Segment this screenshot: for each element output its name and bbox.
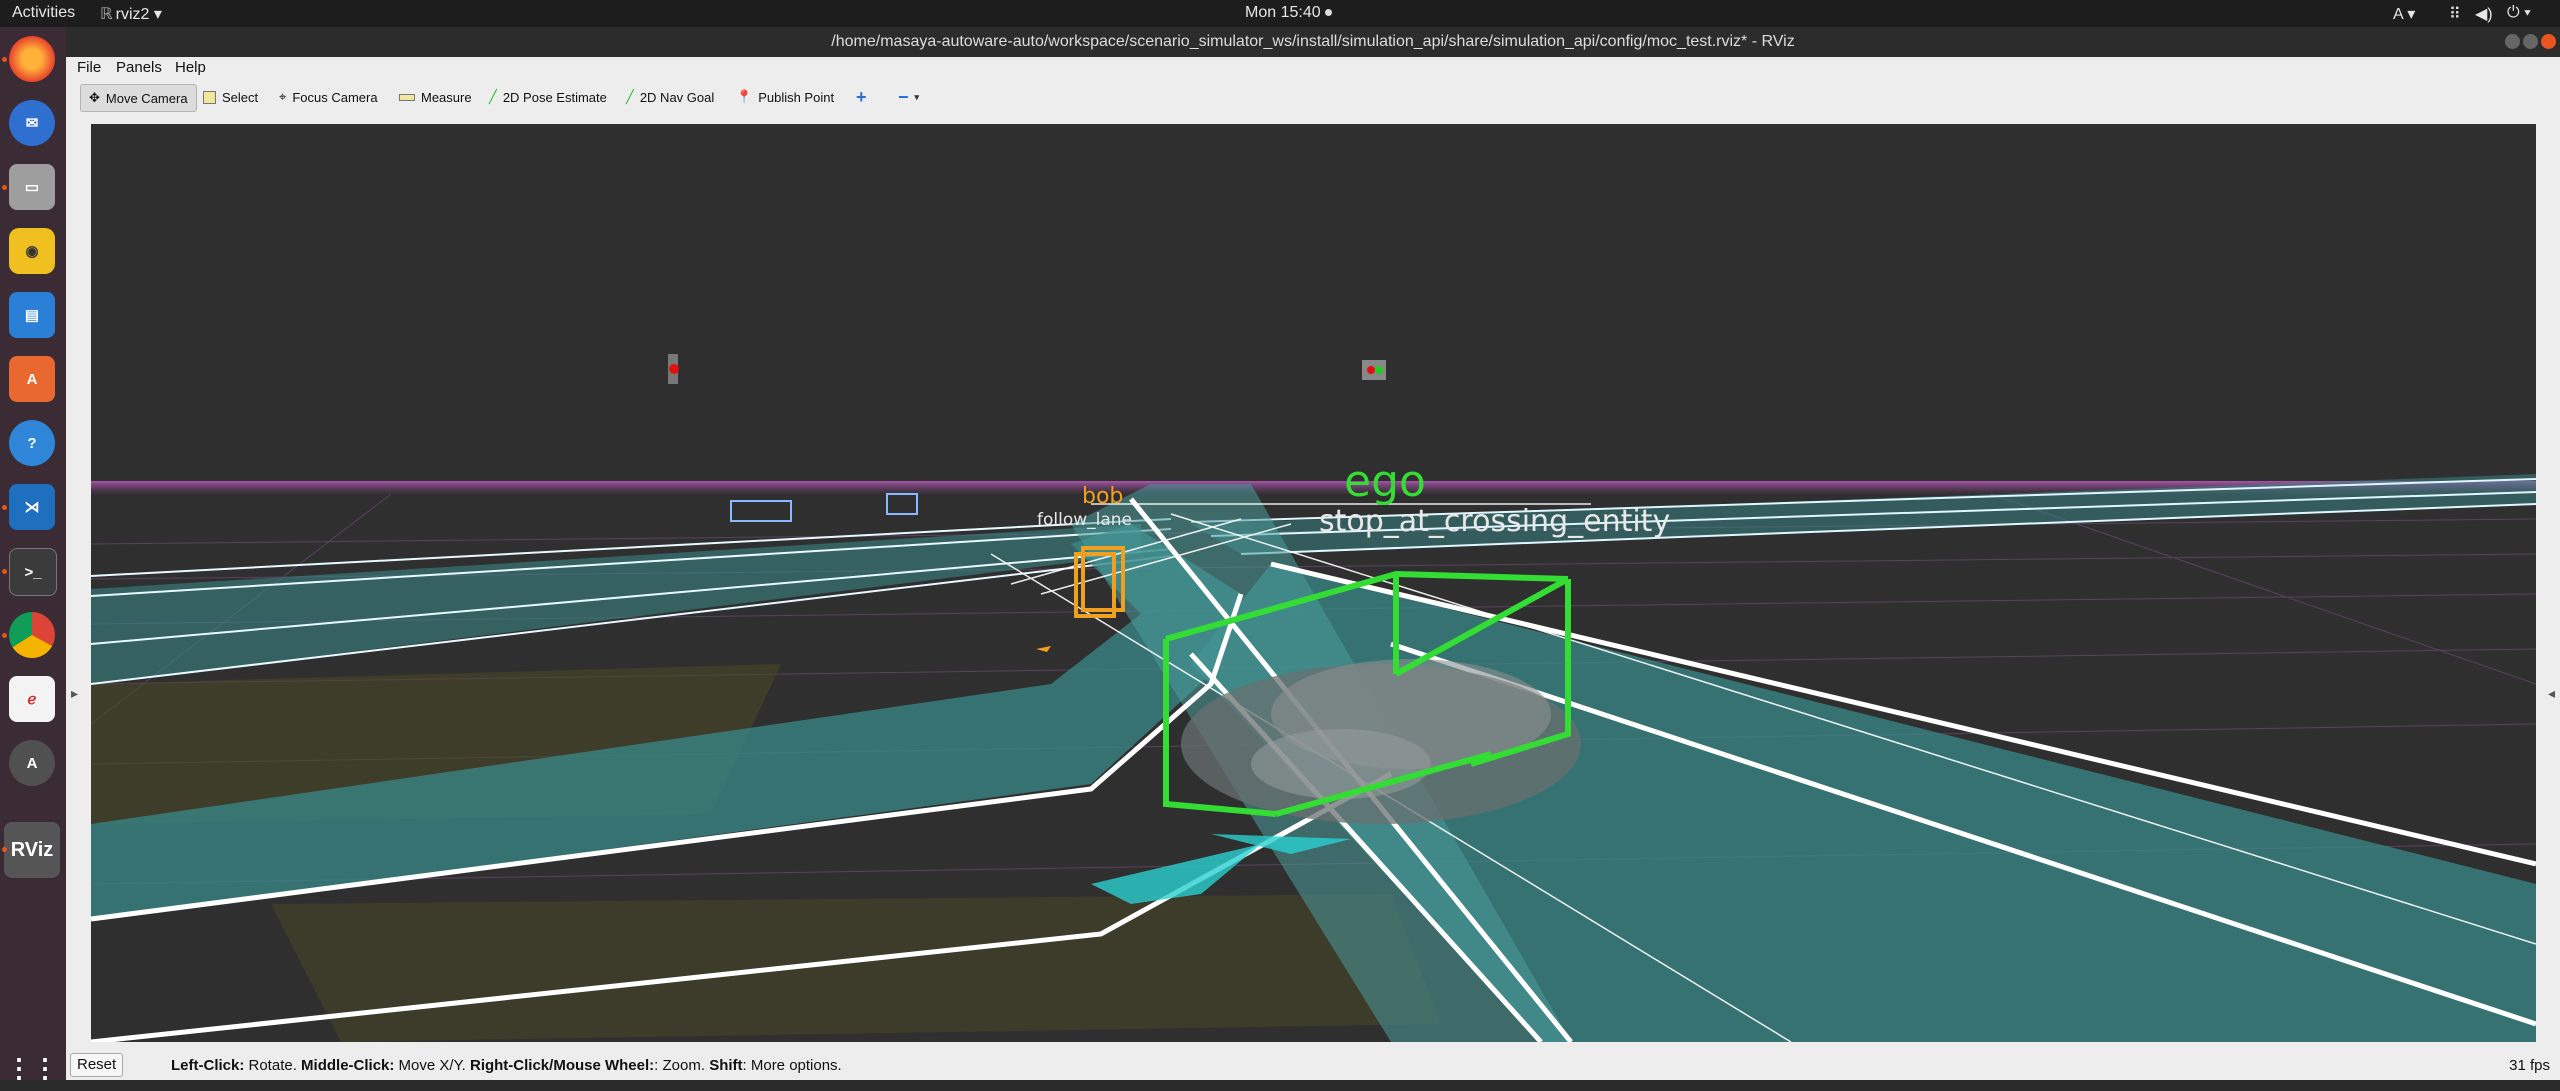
plus-icon: +: [856, 86, 867, 107]
traffic-light-left: [668, 354, 679, 384]
menu-help[interactable]: Help: [175, 59, 206, 76]
traffic-light-right: [1362, 360, 1386, 380]
chevron-down-icon: ▾: [914, 91, 920, 102]
fps-counter: 31 fps: [2509, 1057, 2550, 1074]
system-top-bar: Activities ℝrviz2 ▾ Mon 15:40 A ▾ ⠿ ◀) ⏻…: [0, 0, 2560, 27]
close-icon[interactable]: [2541, 34, 2556, 49]
shift-desc: : More options.: [742, 1057, 842, 1074]
window-title-bar[interactable]: /home/masaya-autoware-auto/workspace/sce…: [66, 27, 2560, 57]
updater-icon[interactable]: A: [9, 740, 55, 786]
power-icon[interactable]: ⏻ ▾: [2507, 4, 2531, 22]
middle-click-desc: Move X/Y.: [394, 1057, 470, 1074]
middle-click-key: Middle-Click:: [301, 1057, 395, 1074]
software-center-icon[interactable]: A: [9, 356, 55, 402]
shift-key: Shift: [709, 1057, 743, 1074]
running-indicator-icon: [2, 57, 7, 62]
bob-status-label: follow_lane: [1037, 510, 1133, 530]
move-camera-icon: ✥: [89, 90, 100, 105]
ego-status-label: stop_at_crossing_entity: [1319, 504, 1671, 539]
rviz-icon[interactable]: RViz: [4, 822, 60, 878]
ground-patch: [271, 894, 1441, 1042]
left-click-key: Left-Click:: [171, 1057, 245, 1074]
right-click-key: Right-Click/Mouse Wheel:: [469, 1057, 655, 1074]
window-title: /home/masaya-autoware-auto/workspace/sce…: [831, 33, 1795, 50]
pose-estimate-tool[interactable]: ╱ 2D Pose Estimate: [481, 84, 615, 110]
far-stop-marker: [886, 493, 918, 515]
rhythmbox-icon[interactable]: ◉: [9, 228, 55, 274]
far-stop-marker: [730, 500, 792, 522]
publish-point-tool[interactable]: 📍 Publish Point: [728, 84, 842, 110]
ruler-icon: [399, 93, 415, 101]
move-camera-tool[interactable]: ✥ Move Camera: [80, 84, 197, 112]
terminal-icon[interactable]: >_: [9, 548, 57, 596]
left-panel-toggle-icon[interactable]: ▸: [71, 686, 78, 702]
map-pin-icon: 📍: [736, 89, 753, 104]
menu-panels[interactable]: Panels: [116, 59, 162, 76]
maximize-icon[interactable]: [2523, 34, 2538, 49]
publish-point-label: Publish Point: [758, 89, 835, 105]
entity-shadow: [1091, 844, 1261, 904]
help-icon[interactable]: ?: [9, 420, 55, 466]
pose-estimate-label: 2D Pose Estimate: [502, 89, 607, 105]
app-grid-icon[interactable]: ⋮⋮: [6, 1045, 58, 1091]
writer-icon[interactable]: ▤: [9, 292, 55, 338]
tools-toolbar: ✥ Move Camera Select ⌖ Focus Camera Measur…: [66, 79, 2560, 117]
measure-label: Measure: [421, 89, 472, 105]
select-label: Select: [222, 89, 259, 105]
nav-goal-tool[interactable]: ╱ 2D Nav Goal: [618, 84, 722, 110]
input-method-menu[interactable]: A ▾: [2393, 4, 2415, 24]
nav-goal-label: 2D Nav Goal: [639, 89, 715, 105]
3d-viewport[interactable]: ego stop_at_crossing_entity bob follow_l…: [91, 124, 2536, 1042]
add-tool-button[interactable]: +: [848, 84, 875, 110]
rviz-app-icon: ℝ: [100, 6, 113, 23]
running-indicator-icon: [2, 569, 7, 574]
running-indicator-icon: [2, 847, 7, 852]
focus-camera-icon: ⌖: [279, 89, 287, 104]
right-click-desc: : Zoom.: [654, 1057, 710, 1074]
running-indicator-icon: [2, 633, 7, 638]
clock-text: Mon 15:40: [1245, 4, 1321, 21]
chrome-icon[interactable]: [9, 612, 55, 658]
minimize-icon[interactable]: [2505, 34, 2520, 49]
app-name: rviz2 ▾: [115, 6, 162, 23]
reset-button[interactable]: Reset: [70, 1053, 124, 1077]
dock: ✉ ▭ ◉ ▤ A ? ⋊ >_ ℯ A RViz ⋮⋮: [0, 27, 66, 1083]
remove-tool-button[interactable]: − ▾: [890, 84, 927, 110]
activities-button[interactable]: Activities: [12, 4, 75, 22]
green-arrow-icon: ╱: [626, 89, 634, 104]
network-icon[interactable]: ⠿: [2449, 4, 2461, 24]
mouse-help-text: Left-Click: Rotate. Middle-Click: Move X…: [171, 1057, 842, 1074]
vscode-icon[interactable]: ⋊: [9, 484, 55, 530]
running-indicator-icon: [2, 185, 7, 190]
select-tool[interactable]: Select: [195, 84, 266, 110]
minus-icon: −: [898, 86, 909, 107]
measure-tool[interactable]: Measure: [391, 84, 480, 110]
ego-label: ego: [1344, 456, 1426, 507]
left-click-desc: Rotate.: [244, 1057, 302, 1074]
green-arrow-icon: ╱: [489, 89, 497, 104]
right-panel-toggle-icon[interactable]: ◂: [2548, 686, 2555, 702]
rviz-app-menu[interactable]: ℝrviz2 ▾: [100, 4, 162, 24]
files-icon[interactable]: ▭: [9, 164, 55, 210]
menu-bar: File Panels Help: [66, 57, 2560, 79]
text-editor-icon[interactable]: ℯ: [9, 676, 55, 722]
notification-dot-icon: [1324, 9, 1332, 17]
firefox-icon[interactable]: [9, 36, 55, 82]
running-indicator-icon: [2, 505, 7, 510]
volume-icon[interactable]: ◀): [2475, 4, 2493, 24]
bob-label: bob: [1082, 484, 1124, 509]
status-bar: Reset Left-Click: Rotate. Middle-Click: …: [66, 1048, 2560, 1080]
select-icon: [203, 90, 216, 104]
focus-camera-tool[interactable]: ⌖ Focus Camera: [271, 84, 386, 110]
move-camera-label: Move Camera: [105, 90, 188, 106]
clock[interactable]: Mon 15:40: [1245, 4, 1332, 22]
focus-camera-label: Focus Camera: [292, 89, 378, 105]
thunderbird-icon[interactable]: ✉: [9, 100, 55, 146]
menu-file[interactable]: File: [77, 59, 101, 76]
bob-marker: [1036, 646, 1051, 652]
